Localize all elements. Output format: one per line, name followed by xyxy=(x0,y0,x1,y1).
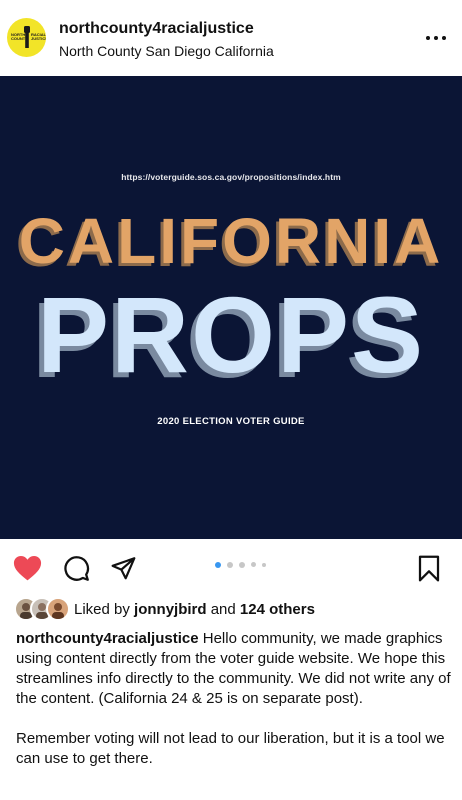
profile-avatar[interactable]: NORTH COUNTY RACIAL JUSTICE xyxy=(7,18,46,57)
post-url-text: https://voterguide.sos.ca.gov/propositio… xyxy=(121,172,341,182)
avatar-text-left: NORTH COUNTY xyxy=(11,32,28,41)
post-title-props: PROPS xyxy=(36,274,426,395)
likes-row: Liked by jonnyjbird and 124 others xyxy=(0,596,462,622)
comment-icon[interactable] xyxy=(63,555,90,582)
carousel-indicator xyxy=(212,562,272,572)
likes-prefix: Liked by xyxy=(74,601,130,618)
post-location[interactable]: North County San Diego California xyxy=(59,43,274,59)
carousel-dot-active xyxy=(215,562,221,568)
post-subtitle: 2020 ELECTION VOTER GUIDE xyxy=(157,416,305,427)
likes-text[interactable]: Liked by jonnyjbird and 124 others xyxy=(74,601,315,618)
raised-fist-icon xyxy=(24,26,30,48)
avatar-text-right: RACIAL JUSTICE xyxy=(31,32,46,41)
heart-filled-icon[interactable] xyxy=(13,555,42,581)
bookmark-icon[interactable] xyxy=(417,555,441,582)
post-username[interactable]: northcounty4racialjustice xyxy=(59,20,254,38)
caption-username[interactable]: northcounty4racialjustice xyxy=(16,630,199,647)
caption-paragraph-2: Remember voting will not lead to our lib… xyxy=(16,730,445,767)
likes-conj: and xyxy=(210,601,236,618)
caption-paragraph-1: northcounty4racialjustice Hello communit… xyxy=(16,629,452,709)
post-caption: northcounty4racialjustice Hello communit… xyxy=(16,629,452,769)
carousel-dot xyxy=(251,562,256,567)
paper-plane-icon[interactable] xyxy=(110,555,137,581)
post-title-california: CALIFORNIA xyxy=(18,205,444,277)
liker-username[interactable]: jonnyjbird xyxy=(134,601,207,618)
carousel-dot xyxy=(227,562,233,568)
carousel-dot xyxy=(239,562,245,568)
likes-others[interactable]: 124 others xyxy=(240,601,315,618)
post-header: NORTH COUNTY RACIAL JUSTICE northcounty4… xyxy=(0,0,462,76)
post-image[interactable]: https://voterguide.sos.ca.gov/propositio… xyxy=(0,76,462,539)
post-actions-bar xyxy=(0,540,462,596)
more-options-icon[interactable] xyxy=(424,28,448,48)
carousel-dot xyxy=(262,563,266,567)
liker-avatar[interactable] xyxy=(46,597,70,621)
